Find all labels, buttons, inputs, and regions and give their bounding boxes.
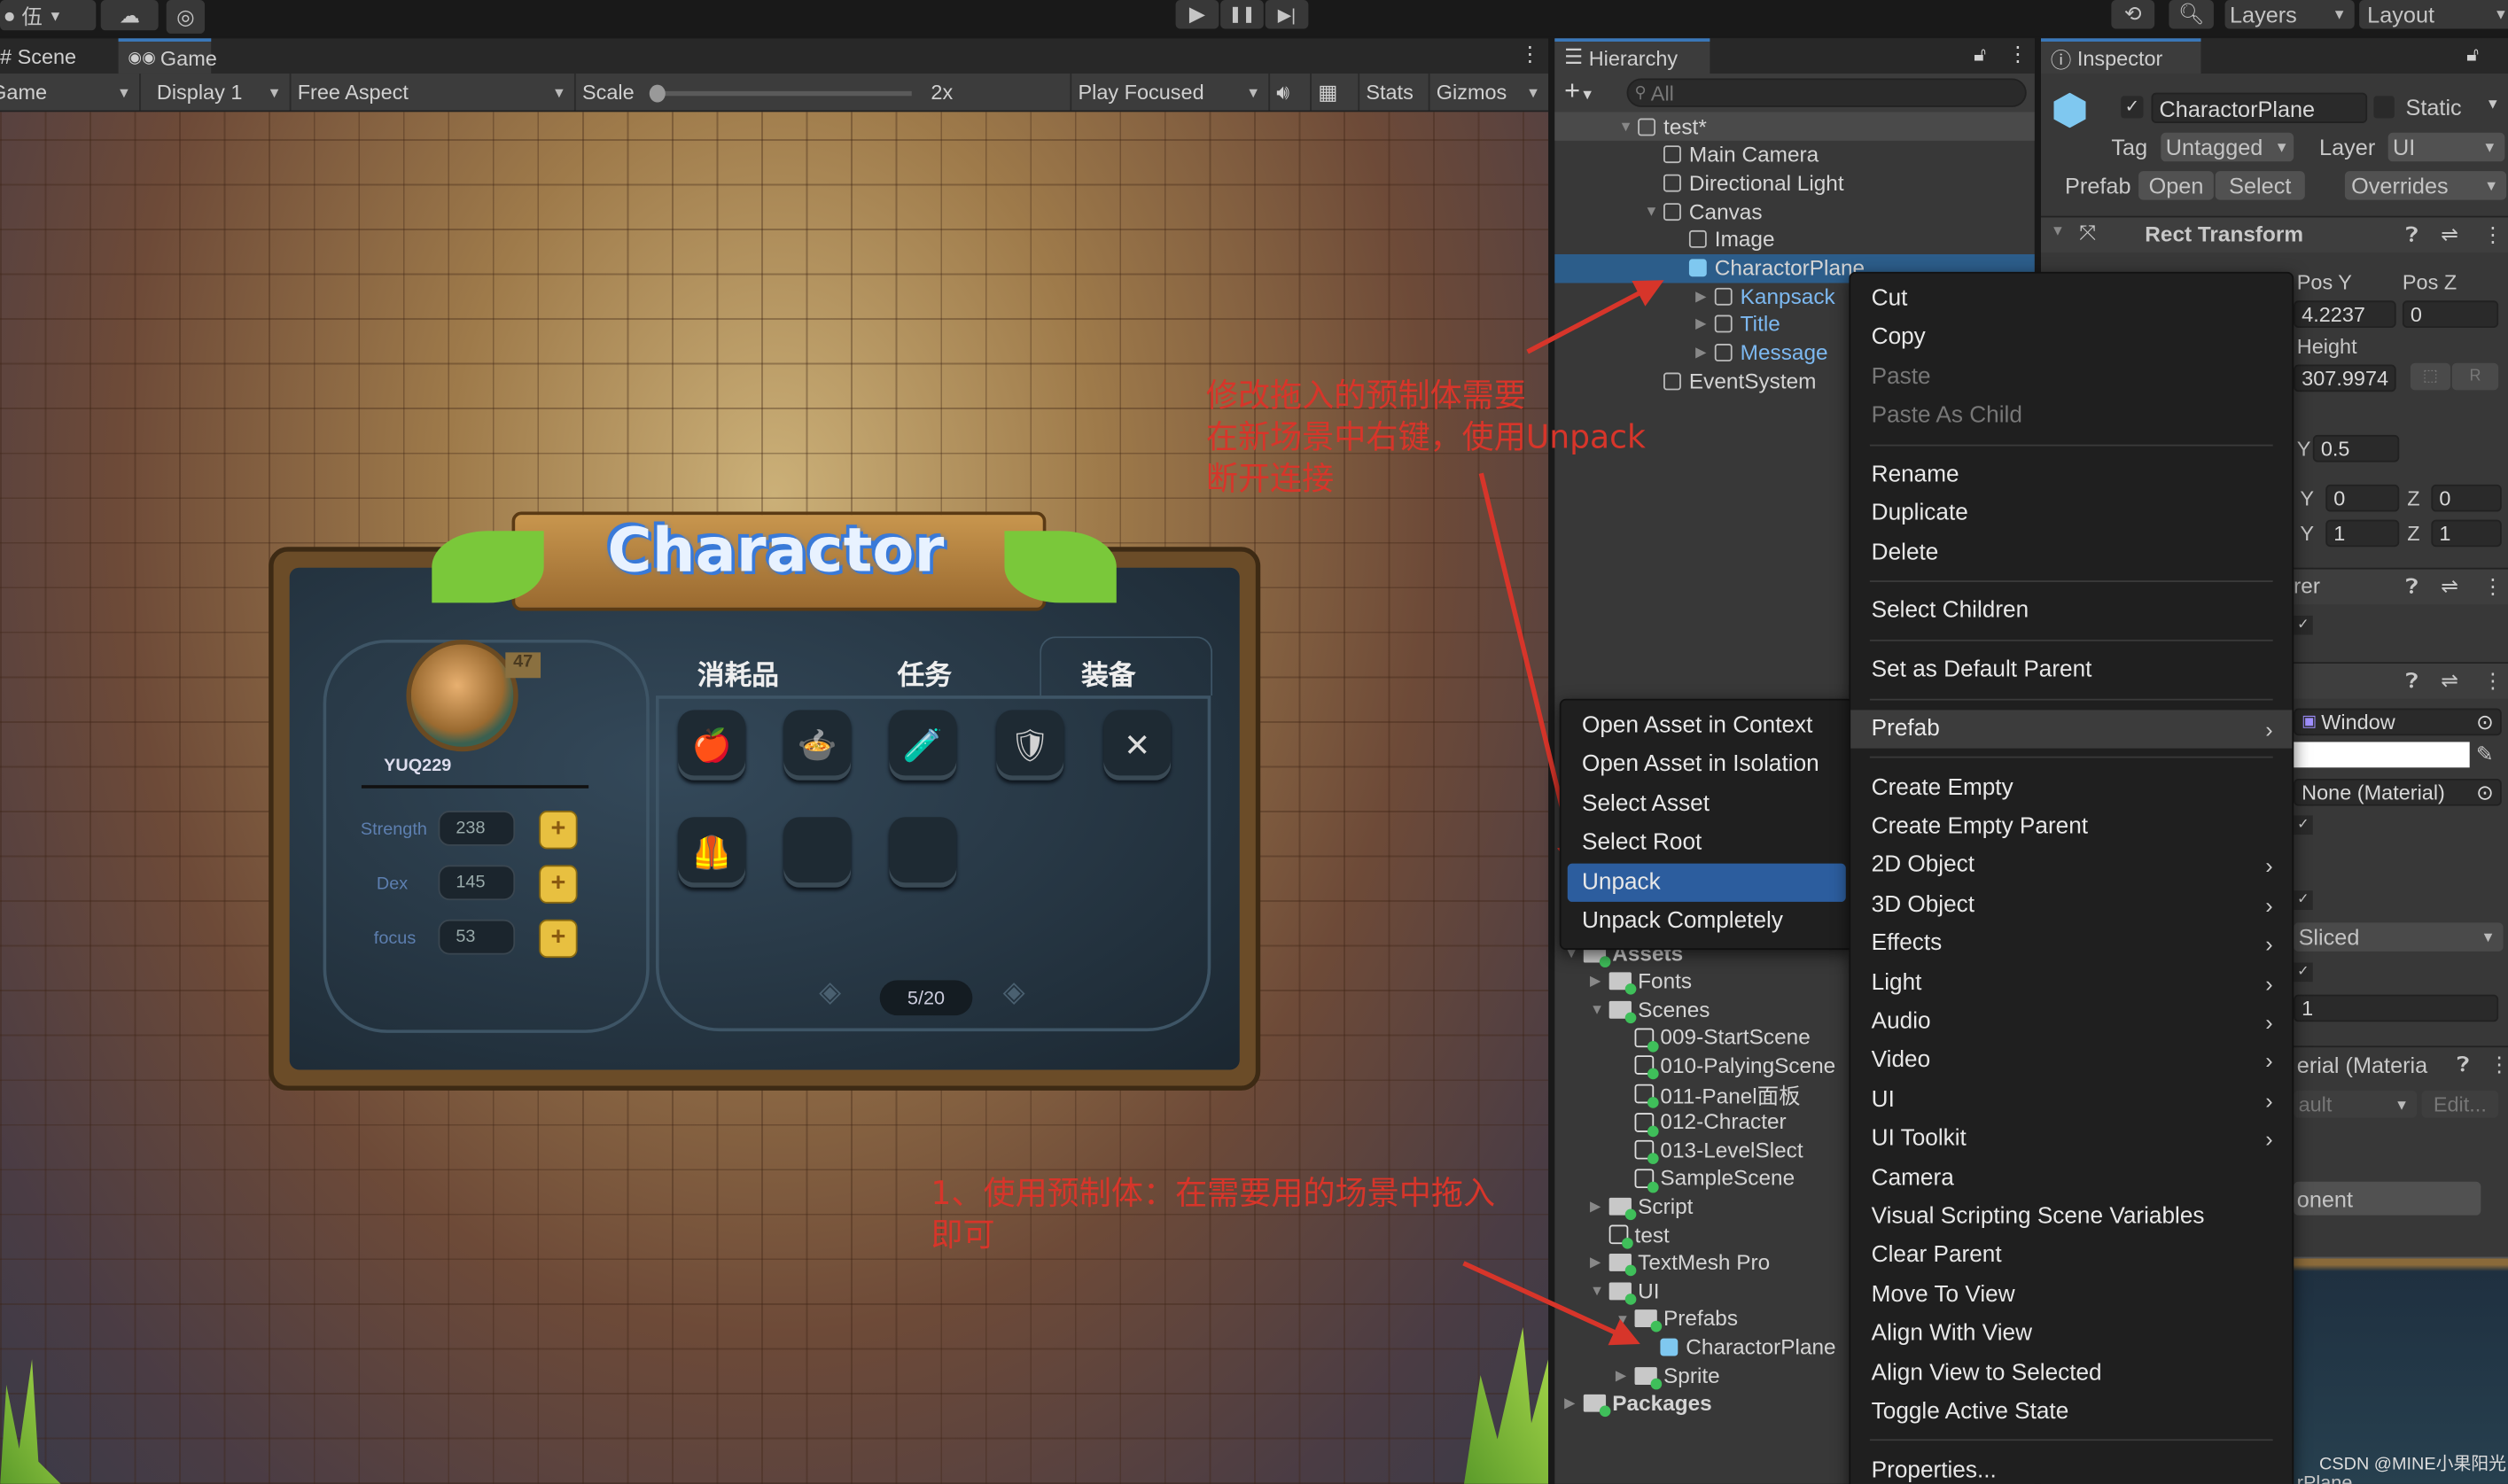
menu-item-align-view-to-selected[interactable]: Align View to Selected bbox=[1850, 1354, 2292, 1392]
menu-item-effects[interactable]: Effects › bbox=[1850, 924, 2292, 962]
chevron-right-icon: › bbox=[2265, 891, 2273, 918]
menu-item-label: Cut bbox=[1871, 286, 1908, 312]
menu-item-label: Paste As Child bbox=[1871, 403, 2022, 430]
menu-item-light[interactable]: Light › bbox=[1850, 963, 2292, 1001]
chevron-right-icon: › bbox=[2265, 930, 2273, 957]
menu-item-paste-as-child[interactable]: Paste As Child bbox=[1850, 397, 2292, 435]
menu-item-label: Rename bbox=[1871, 462, 1959, 488]
menu-item-select-children[interactable]: Select Children bbox=[1850, 592, 2292, 630]
menu-separator bbox=[1869, 444, 2273, 446]
chevron-right-icon: › bbox=[2265, 969, 2273, 996]
menu-item-label: Audio bbox=[1871, 1008, 1931, 1035]
menu-item-label: Create Empty Parent bbox=[1871, 813, 2089, 840]
menu-separator bbox=[1869, 757, 2273, 758]
menu-item-toggle-active-state[interactable]: Toggle Active State bbox=[1850, 1393, 2292, 1431]
menu-item-cut[interactable]: Cut bbox=[1850, 280, 2292, 318]
menu-item-label: Paste bbox=[1871, 364, 1931, 391]
menu-item-label: Prefab bbox=[1871, 716, 1940, 742]
menu-item-label: Camera bbox=[1871, 1164, 1954, 1191]
chevron-right-icon: › bbox=[2265, 1008, 2273, 1035]
menu-item-open-asset-in-isolation[interactable]: Open Asset in Isolation bbox=[1562, 746, 1852, 784]
menu-item-2d-object[interactable]: 2D Object › bbox=[1850, 846, 2292, 884]
menu-item-ui[interactable]: UI › bbox=[1850, 1081, 2292, 1119]
chevron-right-icon: › bbox=[2265, 1047, 2273, 1074]
chevron-right-icon: › bbox=[2265, 1125, 2273, 1152]
menu-item-label: Move To View bbox=[1871, 1281, 2015, 1308]
menu-item-label: Unpack bbox=[1581, 869, 1661, 895]
menu-item-create-empty-parent[interactable]: Create Empty Parent bbox=[1850, 807, 2292, 845]
menu-item-label: Copy bbox=[1871, 325, 1926, 351]
chevron-right-icon: › bbox=[2265, 716, 2273, 742]
unity-editor: ● 伍 ▼ ☁ ◎ ▶ ❚❚ ▶| ⟲ 🔍︎ Layers ▼ Layout ▼ #… bbox=[0, 0, 2508, 1484]
menu-item-select-asset[interactable]: Select Asset bbox=[1562, 785, 1852, 823]
menu-item-label: Open Asset in Context bbox=[1581, 712, 1813, 739]
menu-item-video[interactable]: Video › bbox=[1850, 1041, 2292, 1079]
menu-separator bbox=[1869, 580, 2273, 583]
arrow-to-prefab-asset bbox=[1462, 1261, 1640, 1346]
menu-item-label: Duplicate bbox=[1871, 501, 1968, 527]
menu-item-unpack[interactable]: Unpack bbox=[1567, 862, 1846, 902]
menu-item-paste[interactable]: Paste bbox=[1850, 358, 2292, 396]
menu-item-label: 3D Object bbox=[1871, 891, 1975, 918]
menu-item-label: Align With View bbox=[1871, 1320, 2033, 1347]
prefab-submenu: Open Asset in Context Open Asset in Isola… bbox=[1559, 698, 1854, 951]
menu-item-move-to-view[interactable]: Move To View bbox=[1850, 1276, 2292, 1314]
menu-item-set-as-default-parent[interactable]: Set as Default Parent bbox=[1850, 651, 2292, 689]
menu-item-label: Open Asset in Isolation bbox=[1581, 751, 1819, 778]
menu-item-unpack-completely[interactable]: Unpack Completely bbox=[1562, 902, 1852, 940]
menu-item-duplicate[interactable]: Duplicate bbox=[1850, 494, 2292, 532]
menu-item-label: 2D Object bbox=[1871, 852, 1975, 879]
menu-item-label: Toggle Active State bbox=[1871, 1399, 2069, 1425]
menu-separator bbox=[1869, 1439, 2273, 1441]
menu-item-label: Unpack Completely bbox=[1581, 908, 1783, 935]
menu-item-label: UI Toolkit bbox=[1871, 1125, 1967, 1152]
menu-item-copy[interactable]: Copy bbox=[1850, 319, 2292, 357]
chevron-right-icon: › bbox=[2265, 1086, 2273, 1113]
hierarchy-context-menu: Cut Copy Paste Paste As Child Rename Duplicat… bbox=[1849, 271, 2294, 1484]
menu-item-label: Visual Scripting Scene Variables bbox=[1871, 1203, 2205, 1230]
menu-item-prefab[interactable]: Prefab › bbox=[1850, 709, 2293, 749]
menu-item-align-with-view[interactable]: Align With View bbox=[1850, 1315, 2292, 1353]
menu-item-select-root[interactable]: Select Root bbox=[1562, 824, 1852, 862]
menu-item-visual-scripting-scene-variables[interactable]: Visual Scripting Scene Variables bbox=[1850, 1198, 2292, 1236]
menu-item-rename[interactable]: Rename bbox=[1850, 455, 2292, 493]
menu-item-label: Select Asset bbox=[1581, 791, 1710, 817]
menu-item-camera[interactable]: Camera bbox=[1850, 1159, 2292, 1197]
arrow-to-charactorplane bbox=[1526, 280, 1664, 354]
menu-item-label: Video bbox=[1871, 1047, 1931, 1074]
menu-item-open-asset-in-context[interactable]: Open Asset in Context bbox=[1562, 707, 1852, 745]
chevron-right-icon: › bbox=[2265, 852, 2273, 879]
menu-item-ui-toolkit[interactable]: UI Toolkit › bbox=[1850, 1120, 2292, 1158]
menu-item-label: Clear Parent bbox=[1871, 1242, 2002, 1269]
menu-item-create-empty[interactable]: Create Empty bbox=[1850, 768, 2292, 806]
menu-item-clear-parent[interactable]: Clear Parent bbox=[1850, 1237, 2292, 1275]
menu-item-label: Align View to Selected bbox=[1871, 1360, 2102, 1386]
menu-item-audio[interactable]: Audio › bbox=[1850, 1002, 2292, 1040]
menu-item-label: Create Empty bbox=[1871, 774, 2013, 801]
menu-item-label: Effects bbox=[1871, 930, 1943, 957]
menu-item-label: Properties... bbox=[1871, 1457, 1997, 1484]
menu-item-label: UI bbox=[1871, 1086, 1895, 1113]
menu-item-properties[interactable]: Properties... bbox=[1850, 1451, 2292, 1484]
menu-item-3d-object[interactable]: 3D Object › bbox=[1850, 885, 2292, 923]
menu-item-delete[interactable]: Delete bbox=[1850, 533, 2292, 571]
menu-item-label: Select Children bbox=[1871, 598, 2029, 625]
menu-item-label: Light bbox=[1871, 969, 1922, 996]
menu-separator bbox=[1869, 639, 2273, 641]
menu-item-label: Set as Default Parent bbox=[1871, 657, 2092, 683]
menu-separator bbox=[1869, 697, 2273, 700]
menu-item-label: Delete bbox=[1871, 540, 1939, 566]
menu-item-label: Select Root bbox=[1581, 830, 1702, 856]
